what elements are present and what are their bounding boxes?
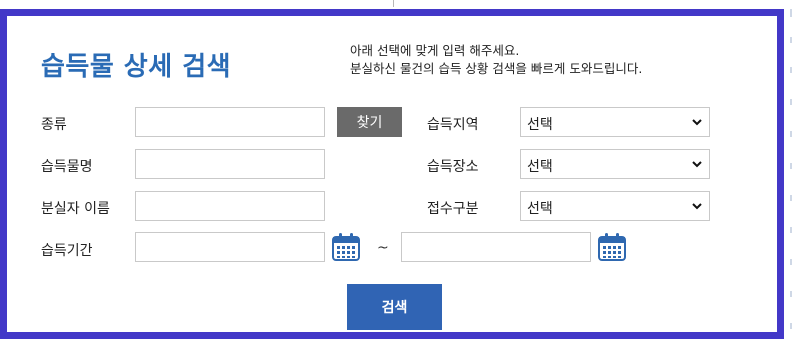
calendar-icon[interactable] — [331, 232, 361, 262]
item-name-label: 습득물명 — [41, 159, 93, 175]
search-description: 아래 선택에 맞게 입력 해주세요. 분실하신 물건의 습득 상황 검색을 빠르… — [350, 42, 642, 78]
receipt-type-label: 접수구분 — [427, 201, 479, 217]
period-end-input[interactable] — [401, 232, 591, 262]
place-select-value: 선택 — [527, 159, 553, 175]
loser-name-input[interactable] — [135, 191, 325, 221]
loser-name-label: 분실자 이름 — [41, 201, 110, 217]
description-line-1: 아래 선택에 맞게 입력 해주세요. — [350, 43, 520, 58]
chevron-down-icon — [692, 119, 702, 126]
receipt-type-select-value: 선택 — [527, 201, 553, 217]
chevron-down-icon — [692, 161, 702, 168]
description-line-2: 분실하신 물건의 습득 상황 검색을 빠르게 도와드립니다. — [350, 61, 643, 76]
detail-search-panel: 습득물 상세 검색 아래 선택에 맞게 입력 해주세요. 분실하신 물건의 습득… — [0, 9, 784, 339]
kind-input[interactable] — [135, 107, 325, 137]
region-select[interactable]: 선택 — [520, 107, 710, 137]
search-button[interactable]: 검색 — [347, 284, 442, 330]
period-label: 습득기간 — [41, 243, 93, 259]
right-scroll-gutter — [784, 9, 792, 347]
page-title: 습득물 상세 검색 — [41, 52, 232, 82]
region-label: 습득지역 — [427, 117, 479, 133]
kind-label: 종류 — [41, 117, 67, 133]
chevron-down-icon — [692, 203, 702, 210]
place-label: 습득장소 — [427, 159, 479, 175]
period-start-input[interactable] — [135, 232, 325, 262]
find-kind-button[interactable]: 찾기 — [337, 107, 402, 137]
place-select[interactable]: 선택 — [520, 149, 710, 179]
region-select-value: 선택 — [527, 117, 553, 133]
receipt-type-select[interactable]: 선택 — [520, 191, 710, 221]
item-name-input[interactable] — [135, 149, 325, 179]
calendar-icon[interactable] — [597, 232, 627, 262]
period-separator: ~ — [377, 240, 389, 256]
top-strip — [0, 0, 792, 9]
top-divider — [393, 0, 394, 7]
